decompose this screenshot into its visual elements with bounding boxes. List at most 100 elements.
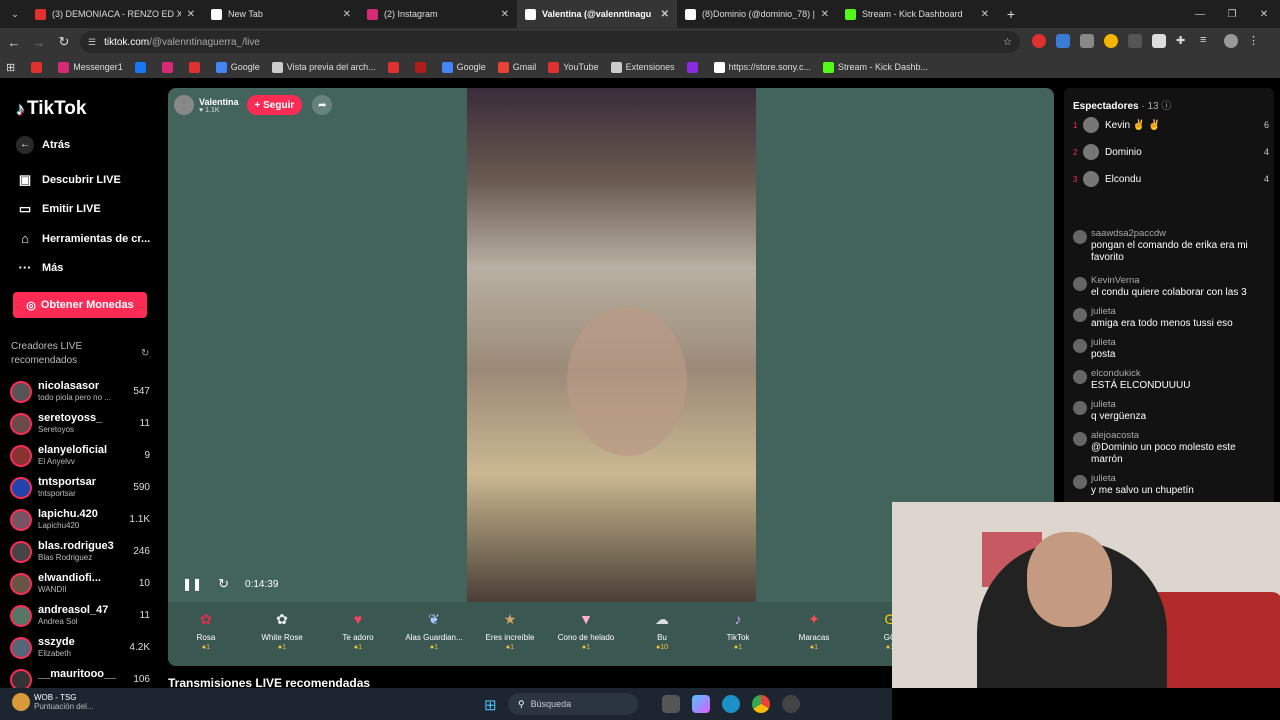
- bookmark-item[interactable]: Stream - Kick Dashb...: [823, 61, 928, 73]
- chat-username[interactable]: julieta: [1091, 473, 1116, 484]
- creator-item[interactable]: lapichu.420 Lapichu420 1.1K: [10, 506, 155, 534]
- maximize-icon[interactable]: ❐: [1216, 0, 1248, 28]
- chat-avatar[interactable]: [1073, 308, 1087, 322]
- bookmark-item[interactable]: [188, 61, 204, 73]
- sidebar-item-discover-live[interactable]: ▣ Descubrir LIVE: [16, 172, 121, 188]
- top-viewer-row[interactable]: 2 Dominio 4: [1073, 142, 1269, 162]
- tab[interactable]: Valentina (@valenntinagu ✕: [517, 0, 677, 28]
- bookmark-item[interactable]: [387, 61, 403, 73]
- creator-item[interactable]: tntsportsar tntsportsar 590: [10, 474, 155, 502]
- pause-icon[interactable]: ❚❚: [182, 577, 202, 591]
- tab-list-icon[interactable]: ⌄: [3, 3, 27, 25]
- chat-username[interactable]: alejoacosta: [1091, 430, 1139, 441]
- chat-username[interactable]: KevinVerna: [1091, 275, 1140, 286]
- get-coins-button[interactable]: ◎ Obtener Monedas: [13, 292, 147, 318]
- creator-item[interactable]: elwandiofi... WANDII 10: [10, 570, 155, 598]
- gift-item[interactable]: ✿ White Rose ●1: [244, 602, 320, 666]
- host-name[interactable]: Valentina: [199, 97, 239, 107]
- bookmark-item[interactable]: Google: [441, 61, 486, 73]
- info-icon[interactable]: ⓘ: [1161, 101, 1171, 112]
- browser-menu-icon[interactable]: ⋮: [1248, 34, 1262, 48]
- chat-avatar[interactable]: [1073, 475, 1087, 489]
- copilot-icon[interactable]: [692, 695, 710, 713]
- new-tab-icon[interactable]: +: [1000, 3, 1022, 25]
- extension-icon[interactable]: [1104, 34, 1118, 48]
- chat-avatar[interactable]: [1073, 339, 1087, 353]
- back-link[interactable]: ← Atrás: [16, 136, 70, 154]
- gift-item[interactable]: ❦ Alas Guardian... ●1: [396, 602, 472, 666]
- gift-item[interactable]: ♪ TikTok ●1: [700, 602, 776, 666]
- tab-close-icon[interactable]: ✕: [187, 9, 195, 20]
- creator-item[interactable]: sszyde Elizabeth 4.2K: [10, 634, 155, 662]
- url-field[interactable]: ☰ tiktok.com/@valenntinaguerra_/live ☆: [80, 31, 1020, 53]
- gift-item[interactable]: ▼ Cono de helado ●1: [548, 602, 624, 666]
- close-window-icon[interactable]: ✕: [1248, 0, 1280, 28]
- tab-close-icon[interactable]: ✕: [501, 9, 509, 20]
- follow-button[interactable]: + Seguir: [246, 95, 303, 115]
- gift-item[interactable]: ✿ Rosa ●1: [168, 602, 244, 666]
- tab[interactable]: Stream - Kick Dashboard ✕: [837, 0, 997, 28]
- app-icon[interactable]: [782, 695, 800, 713]
- bookmark-item[interactable]: https://store.sony.c...: [713, 61, 811, 73]
- bookmark-item[interactable]: [686, 61, 702, 73]
- extension-icon[interactable]: [1056, 34, 1070, 48]
- edge-icon[interactable]: [722, 695, 740, 713]
- refresh-icon[interactable]: ↻: [141, 348, 149, 359]
- tab[interactable]: (8)Dominio (@dominio_78) | Tik ✕: [677, 0, 837, 28]
- sidebar-item-creator-tools[interactable]: ⌂ Herramientas de cr...: [16, 231, 150, 246]
- extension-icon[interactable]: [1032, 34, 1046, 48]
- top-viewer-row[interactable]: 1 Kevin ✌ ✌ 6: [1073, 115, 1269, 135]
- chat-username[interactable]: julieta: [1091, 337, 1116, 348]
- apps-grid-icon[interactable]: ⊞: [6, 61, 15, 74]
- bookmark-item[interactable]: Gmail: [497, 61, 536, 73]
- chrome-icon[interactable]: [752, 695, 770, 713]
- tab[interactable]: (2) Instagram ✕: [359, 0, 517, 28]
- creator-item[interactable]: __mauritooo__ 106: [10, 666, 155, 688]
- tab-close-icon[interactable]: ✕: [821, 9, 829, 20]
- tab-close-icon[interactable]: ✕: [661, 9, 669, 20]
- extension-icon[interactable]: [1080, 34, 1094, 48]
- share-icon[interactable]: ➦: [312, 95, 333, 115]
- sidebar-item-go-live[interactable]: ▭ Emitir LIVE: [16, 201, 101, 217]
- chat-avatar[interactable]: [1073, 370, 1087, 384]
- weather-widget[interactable]: WOB - TSG Puntuación del...: [12, 693, 94, 711]
- creator-item[interactable]: andreasol_47 Andrea Sol 11: [10, 602, 155, 630]
- reload-icon[interactable]: ↻: [53, 31, 75, 53]
- creator-item[interactable]: nicolasasor todo piola pero no ... 547: [10, 378, 155, 406]
- tab-close-icon[interactable]: ✕: [343, 9, 351, 20]
- creator-item[interactable]: blas.rodrigue3 Blas Rodriguez 246: [10, 538, 155, 566]
- chat-avatar[interactable]: [1073, 277, 1087, 291]
- chat-avatar[interactable]: [1073, 401, 1087, 415]
- bookmark-item[interactable]: Google: [215, 61, 260, 73]
- chat-username[interactable]: saawdsa2paccdw: [1091, 228, 1166, 239]
- site-info-icon[interactable]: ☰: [88, 37, 96, 48]
- chat-username[interactable]: elcondukick: [1091, 368, 1141, 379]
- bookmark-item[interactable]: [31, 61, 46, 73]
- tab[interactable]: (3) DEMONIACA - RENZO ED X ✕: [27, 0, 203, 28]
- task-view-icon[interactable]: [662, 695, 680, 713]
- bookmark-item[interactable]: Vista previa del arch...: [271, 61, 376, 73]
- creator-item[interactable]: seretoyoss_ Seretoyos 11: [10, 410, 155, 438]
- bookmark-item[interactable]: Messenger1: [58, 61, 123, 73]
- gift-item[interactable]: ☁ Bu ●10: [624, 602, 700, 666]
- windows-start-icon[interactable]: ⊞: [484, 696, 497, 714]
- chat-username[interactable]: julieta: [1091, 306, 1116, 317]
- extension-icon[interactable]: [1128, 34, 1142, 48]
- minimize-icon[interactable]: —: [1184, 0, 1216, 28]
- gift-item[interactable]: ★ Eres increíble ●1: [472, 602, 548, 666]
- taskbar-search[interactable]: ⚲ Búsqueda: [508, 693, 638, 715]
- tab[interactable]: New Tab ✕: [203, 0, 359, 28]
- creator-item[interactable]: elanyeloficial El Anyelvv 9: [10, 442, 155, 470]
- gift-item[interactable]: ♥ Te adoro ●1: [320, 602, 396, 666]
- tab-close-icon[interactable]: ✕: [981, 9, 989, 20]
- forward-arrow-icon[interactable]: →: [28, 31, 50, 53]
- media-controls-icon[interactable]: ≡: [1200, 34, 1214, 48]
- bookmark-item[interactable]: Extensiones: [610, 61, 675, 73]
- refresh-stream-icon[interactable]: ↻: [218, 576, 229, 592]
- chat-avatar[interactable]: [1073, 432, 1087, 446]
- gift-item[interactable]: ✦ Maracas ●1: [776, 602, 852, 666]
- extension-icon[interactable]: [1152, 34, 1166, 48]
- tiktok-logo[interactable]: ♪ TikTok: [16, 98, 86, 120]
- bookmark-item[interactable]: [161, 61, 177, 73]
- chat-username[interactable]: julieta: [1091, 399, 1116, 410]
